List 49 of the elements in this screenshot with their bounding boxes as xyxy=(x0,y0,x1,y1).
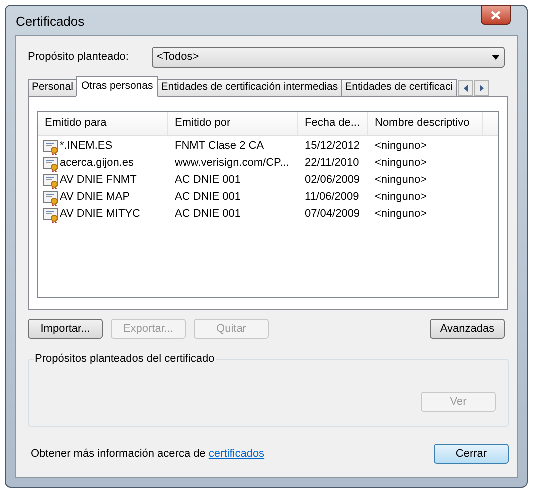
tab[interactable]: Entidades de certificaci xyxy=(341,79,458,97)
table-cell: 02/06/2009 xyxy=(305,174,360,186)
right-arrow-icon xyxy=(480,84,484,92)
column-header[interactable]: Nombre descriptivo xyxy=(368,112,483,135)
table-cell: AC DNIE 001 xyxy=(175,191,242,204)
certificate-icon xyxy=(43,138,59,154)
certificate-icon xyxy=(43,156,59,172)
column-header[interactable]: Emitido para xyxy=(38,112,168,135)
certificate-icon xyxy=(43,206,59,222)
table-cell: 07/04/2009 xyxy=(305,208,360,220)
table-cell: <ninguno> xyxy=(375,174,427,186)
close-dialog-button[interactable]: Cerrar xyxy=(434,444,509,464)
action-button[interactable]: Importar... xyxy=(28,319,103,339)
close-button[interactable] xyxy=(481,5,511,25)
table-cell: AC DNIE 001 xyxy=(175,208,242,220)
table-cell-text: acerca.gijon.es xyxy=(60,156,134,172)
info-text: Obtener más información acerca de certificados xyxy=(30,446,265,462)
table-cell: 11/06/2009 xyxy=(305,191,360,204)
scroll-left-button[interactable] xyxy=(458,80,474,96)
column-header[interactable]: Fecha de... xyxy=(298,112,368,135)
certificates-link[interactable]: certificados xyxy=(208,448,265,460)
advanced-button[interactable]: Avanzadas xyxy=(430,319,505,339)
tab[interactable]: Personal xyxy=(28,79,78,97)
table-cell: <ninguno> xyxy=(375,140,427,152)
group-title: Propósitos planteados del certificado xyxy=(34,351,216,367)
table-cell-text: *.INEM.ES xyxy=(60,139,113,154)
table-cell-text: AV DNIE FNMT xyxy=(60,173,137,188)
column-header[interactable]: Emitido por xyxy=(168,112,298,135)
scroll-right-button[interactable] xyxy=(474,80,490,96)
certificate-icon xyxy=(43,190,59,206)
purpose-dropdown[interactable]: <Todos> xyxy=(152,47,505,68)
table-cell: <ninguno> xyxy=(375,157,427,170)
table-cell: 22/11/2010 xyxy=(305,157,360,170)
table-cell: 15/12/2012 xyxy=(305,140,360,152)
tab[interactable]: Otras personas xyxy=(76,76,158,97)
close-icon xyxy=(491,10,501,20)
table-cell: AC DNIE 001 xyxy=(175,174,242,186)
table-cell-text: AV DNIE MAP xyxy=(60,190,130,206)
dropdown-arrow-icon xyxy=(492,55,500,60)
window-title: Certificados xyxy=(16,13,85,31)
table-cell: <ninguno> xyxy=(375,191,427,204)
table-cell-text: AV DNIE MITYC xyxy=(60,207,140,222)
purpose-label: Propósito planteado: xyxy=(28,50,130,66)
tab[interactable]: Entidades de certificación intermedias xyxy=(157,79,342,97)
table-cell: <ninguno> xyxy=(375,208,427,220)
certificate-icon xyxy=(43,172,59,188)
table-cell: FNMT Clase 2 CA xyxy=(175,140,264,152)
left-arrow-icon xyxy=(464,84,468,92)
table-cell: www.verisign.com/CP... xyxy=(175,157,290,170)
